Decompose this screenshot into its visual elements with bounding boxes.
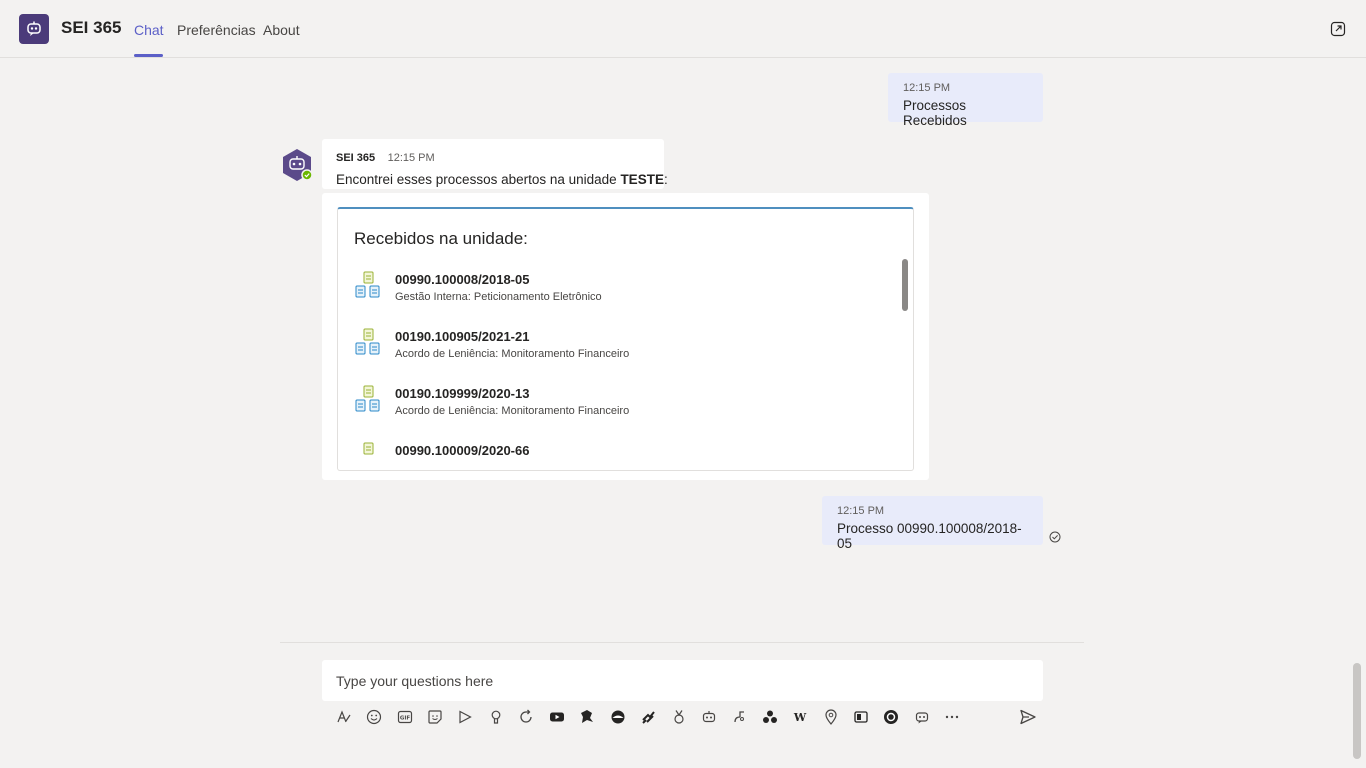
app-header: SEI 365 Chat Preferências About (0, 0, 1366, 58)
process-card: Recebidos na unidade: 00990.100008/2018-… (322, 193, 929, 480)
process-document-icon (355, 271, 380, 298)
process-number: 00990.100008/2018-05 (395, 272, 530, 287)
tab-chat[interactable]: Chat (134, 22, 164, 38)
app-icon[interactable] (639, 708, 657, 726)
message-time: 12:15 PM (903, 82, 951, 94)
popout-icon[interactable] (1330, 21, 1346, 37)
process-number: 00990.100009/2020-66 (395, 443, 530, 458)
delivered-check-icon (1049, 531, 1061, 543)
award-icon[interactable] (670, 708, 688, 726)
process-document-icon (363, 442, 374, 455)
meet-now-icon[interactable] (456, 708, 474, 726)
app-icon[interactable] (731, 708, 749, 726)
process-description: Acordo de Leniência: Monitoramento Finan… (395, 405, 630, 417)
more-icon[interactable] (943, 708, 961, 726)
message-text: Processos Recebidos (903, 98, 967, 128)
process-number: 00190.109999/2020-13 (395, 386, 530, 401)
app-icon[interactable] (578, 708, 596, 726)
youtube-icon[interactable] (548, 708, 566, 726)
process-document-icon (355, 385, 380, 412)
user-message: 12:15 PM Processo 00990.100008/2018-05 (822, 496, 1043, 551)
bot-icon[interactable] (700, 708, 718, 726)
gif-icon[interactable]: GIF (396, 708, 414, 726)
svg-text:GIF: GIF (400, 716, 411, 722)
app-icon[interactable] (609, 708, 627, 726)
tab-about[interactable]: About (263, 22, 300, 38)
message-time: 12:15 PM (837, 505, 885, 517)
page-scrollbar[interactable] (1353, 663, 1361, 759)
composer-divider (280, 642, 1084, 643)
process-number: 00190.100905/2021-21 (395, 329, 530, 344)
process-description: Acordo de Leniência: Monitoramento Finan… (395, 348, 630, 360)
location-icon[interactable] (822, 708, 840, 726)
bot-chat-icon (19, 14, 49, 44)
praise-icon[interactable] (487, 708, 505, 726)
process-description: Gestão Interna: Peticionamento Eletrônic… (395, 291, 602, 303)
bot-name: SEI 365 (336, 152, 376, 164)
message-input[interactable] (322, 660, 1043, 701)
app-icon[interactable] (761, 708, 779, 726)
tab-preferencias[interactable]: Preferências (177, 22, 256, 38)
active-tab-indicator (134, 54, 163, 57)
bot-avatar (283, 149, 313, 181)
emoji-icon[interactable] (365, 708, 383, 726)
process-item[interactable]: 00990.100009/2020-66 (354, 442, 884, 470)
card-title: Recebidos na unidade: (354, 229, 528, 248)
loop-icon[interactable] (517, 708, 535, 726)
message-text: Processo 00990.100008/2018-05 (837, 521, 1022, 551)
process-document-icon (355, 328, 380, 355)
wikipedia-icon[interactable]: W (791, 708, 809, 726)
svg-text:W: W (793, 711, 807, 724)
bot-message: SEI 365 12:15 PM Encontrei esses process… (322, 139, 668, 189)
app-icon[interactable] (852, 708, 870, 726)
message-text: Encontrei esses processos abertos na uni… (336, 172, 668, 187)
process-item[interactable]: 00990.100008/2018-05 Gestão Interna: Pet… (354, 271, 884, 311)
message-time: 12:15 PM (387, 152, 435, 164)
user-message: 12:15 PM Processos Recebidos (888, 73, 1043, 128)
sticker-icon[interactable] (426, 708, 444, 726)
app-title: SEI 365 (61, 18, 122, 37)
send-icon[interactable] (1019, 708, 1037, 726)
process-item[interactable]: 00190.100905/2021-21 Acordo de Leniência… (354, 328, 884, 368)
process-item[interactable]: 00190.109999/2020-13 Acordo de Leniência… (354, 385, 884, 425)
card-scrollbar[interactable] (902, 259, 908, 311)
bot-chat-icon[interactable] (913, 708, 931, 726)
app-icon[interactable] (882, 708, 900, 726)
format-icon[interactable] (335, 708, 353, 726)
process-card-body[interactable]: Recebidos na unidade: 00990.100008/2018-… (337, 207, 914, 471)
